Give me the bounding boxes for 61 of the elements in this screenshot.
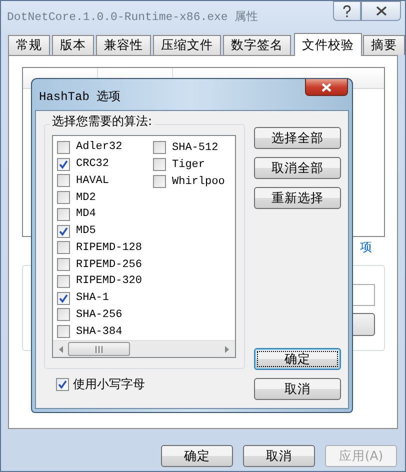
algorithm-label: HAVAL bbox=[76, 174, 110, 187]
checkbox[interactable] bbox=[153, 158, 166, 171]
checkbox[interactable] bbox=[57, 191, 70, 204]
close-icon bbox=[376, 6, 386, 16]
help-icon bbox=[342, 4, 352, 18]
algorithm-label: RIPEMD-128 bbox=[76, 242, 142, 254]
algorithm-label: Adler32 bbox=[76, 141, 122, 154]
checkbox[interactable] bbox=[57, 208, 70, 221]
tab[interactable]: 文件校验 bbox=[294, 33, 362, 56]
algorithm-label: Whirlpoo bbox=[172, 176, 225, 188]
window-title: DotNetCore.1.0.0-Runtime-x86.exe 属性 bbox=[7, 10, 259, 24]
algorithm-label: Tiger bbox=[172, 158, 206, 170]
checkbox[interactable] bbox=[57, 224, 70, 238]
checkbox[interactable] bbox=[57, 258, 70, 272]
checkbox[interactable] bbox=[57, 292, 70, 305]
close-button[interactable] bbox=[305, 79, 348, 96]
algorithm-label: MD2 bbox=[76, 192, 96, 204]
scroll-thumb[interactable] bbox=[68, 342, 130, 356]
algorithm-label: SHA-1 bbox=[76, 292, 110, 304]
checkbox[interactable] bbox=[57, 308, 70, 322]
algorithm-label: MD4 bbox=[76, 208, 96, 220]
close-button[interactable] bbox=[361, 1, 401, 21]
dialog-button[interactable]: 确定 bbox=[161, 445, 233, 467]
checkbox[interactable] bbox=[57, 274, 70, 288]
group-label: 选择您需要的算法: bbox=[50, 113, 154, 130]
select-button[interactable]: 重新选择 bbox=[254, 187, 341, 209]
checkbox[interactable] bbox=[57, 174, 70, 188]
select-button[interactable]: 取消全部 bbox=[254, 157, 341, 179]
tab[interactable]: 常规 bbox=[8, 35, 50, 55]
dialog-button[interactable]: 确定 bbox=[254, 348, 341, 370]
checkbox[interactable] bbox=[56, 378, 69, 391]
checkbox[interactable] bbox=[153, 175, 166, 188]
dialog-title: HashTab 选项 bbox=[39, 89, 121, 105]
algorithm-label: SHA-512 bbox=[172, 142, 218, 154]
algorithm-label: RIPEMD-320 bbox=[76, 275, 142, 288]
select-button[interactable]: 选择全部 bbox=[254, 127, 341, 149]
right-arrow-icon[interactable] bbox=[224, 346, 229, 352]
algorithm-label: SHA-384 bbox=[76, 326, 122, 338]
tab[interactable]: 摘要 bbox=[363, 35, 405, 55]
checkbox-label: 使用小写字母 bbox=[73, 376, 145, 393]
checkbox[interactable] bbox=[153, 141, 166, 154]
tab[interactable]: 数字签名 bbox=[223, 35, 291, 55]
checkbox[interactable] bbox=[57, 158, 70, 171]
grip-icon bbox=[95, 346, 103, 352]
algorithm-label: MD5 bbox=[76, 225, 96, 238]
checkbox[interactable] bbox=[57, 241, 70, 254]
horizontal-scrollbar[interactable] bbox=[53, 340, 235, 357]
options-link[interactable]: 项 bbox=[360, 238, 372, 256]
tab[interactable]: 压缩文件 bbox=[153, 35, 221, 55]
algorithm-label: RIPEMD-256 bbox=[76, 258, 142, 271]
help-button[interactable] bbox=[333, 1, 361, 21]
checkbox[interactable] bbox=[57, 140, 70, 154]
tab[interactable]: 版本 bbox=[52, 35, 94, 55]
algorithm-label: SHA-256 bbox=[76, 308, 122, 321]
left-arrow-icon[interactable] bbox=[59, 346, 64, 352]
checkbox[interactable] bbox=[57, 325, 70, 338]
algorithm-label: CRC32 bbox=[76, 158, 110, 170]
dialog-button[interactable]: 取消 bbox=[243, 445, 315, 467]
tab[interactable]: 兼容性 bbox=[96, 35, 151, 55]
dialog-button[interactable]: 取消 bbox=[254, 378, 341, 400]
close-icon bbox=[321, 82, 332, 92]
